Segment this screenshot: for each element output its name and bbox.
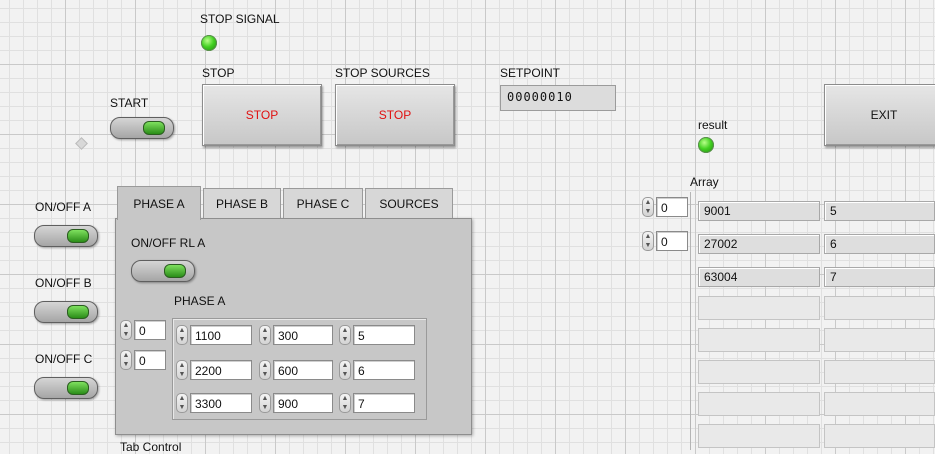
row-0-col-0-spinner[interactable]: ▲ ▼ [176, 325, 188, 345]
stop-label: STOP [202, 66, 235, 80]
phase-a-index-1-spinner[interactable]: ▲ ▼ [120, 350, 132, 370]
result-array-label: Array [690, 175, 719, 189]
setpoint-label: SETPOINT [500, 66, 561, 80]
on-off-c-switch-knob [67, 381, 89, 395]
tab-phase-c[interactable]: PHASE C [283, 188, 363, 218]
row-2-col-2[interactable]: 7 [353, 393, 415, 413]
on-off-c-switch[interactable] [34, 377, 98, 399]
on-off-a-switch[interactable] [34, 225, 98, 247]
tab-phase-a[interactable]: PHASE A [117, 186, 201, 220]
array-empty-cell [824, 392, 935, 416]
row-0-col-2[interactable]: 5 [353, 325, 415, 345]
stop-sources-label: STOP SOURCES [335, 66, 430, 80]
start-label: START [110, 96, 149, 110]
start-switch-knob [143, 121, 165, 135]
row-1-col-0-spinner[interactable]: ▲ ▼ [176, 360, 188, 380]
on-off-b-label: ON/OFF B [35, 276, 92, 290]
array-empty-cell [698, 296, 820, 320]
array-index-1[interactable]: 0 [656, 231, 688, 251]
row-2-col-2-spinner[interactable]: ▲ ▼ [339, 393, 351, 413]
on-off-b-switch-knob [67, 305, 89, 319]
on-off-a-label: ON/OFF A [35, 200, 92, 214]
row-1-col-2[interactable]: 6 [353, 360, 415, 380]
array-empty-cell [698, 392, 820, 416]
array-row-2-col-0: 63004 [698, 267, 820, 287]
on-off-a-switch-knob [67, 229, 89, 243]
tab-phase-b[interactable]: PHASE B [203, 188, 281, 218]
row-0-col-0[interactable]: 1100 [190, 325, 252, 345]
array-index-1-spinner[interactable]: ▲ ▼ [642, 231, 654, 251]
result-led [698, 137, 714, 153]
array-empty-cell [824, 296, 935, 320]
row-1-col-2-spinner[interactable]: ▲ ▼ [339, 360, 351, 380]
row-1-col-1[interactable]: 600 [273, 360, 333, 380]
start-switch[interactable] [110, 117, 174, 139]
array-row-0-col-0: 9001 [698, 201, 820, 221]
array-index-0[interactable]: 0 [656, 197, 688, 217]
phase-a-index-1[interactable]: 0 [134, 350, 166, 370]
stop-signal-label: STOP SIGNAL [200, 12, 280, 26]
array-empty-cell [698, 360, 820, 384]
stop-button[interactable]: STOP [202, 84, 322, 146]
row-0-col-2-spinner[interactable]: ▲ ▼ [339, 325, 351, 345]
row-0-col-1[interactable]: 300 [273, 325, 333, 345]
row-2-col-1[interactable]: 900 [273, 393, 333, 413]
on-off-b-switch[interactable] [34, 301, 98, 323]
phase-a-index-0[interactable]: 0 [134, 320, 166, 340]
row-2-col-0[interactable]: 3300 [190, 393, 252, 413]
on-off-rl-a-switch[interactable] [131, 260, 195, 282]
tab-sources[interactable]: SOURCES [365, 188, 453, 218]
row-1-col-0[interactable]: 2200 [190, 360, 252, 380]
array-row-1-col-0: 27002 [698, 234, 820, 254]
exit-button[interactable]: EXIT [824, 84, 935, 146]
wire-junction-icon [75, 137, 88, 150]
stop-sources-button[interactable]: STOP [335, 84, 455, 146]
setpoint-display: 00000010 [500, 85, 616, 111]
array-row-0-col-1: 5 [824, 201, 935, 221]
array-empty-cell [824, 424, 935, 448]
phase-a-index-0-spinner[interactable]: ▲ ▼ [120, 320, 132, 340]
row-1-col-1-spinner[interactable]: ▲ ▼ [259, 360, 271, 380]
row-2-col-0-spinner[interactable]: ▲ ▼ [176, 393, 188, 413]
tab-control-caption: Tab Control [120, 440, 182, 454]
row-2-col-1-spinner[interactable]: ▲ ▼ [259, 393, 271, 413]
phase-a-array-label: PHASE A [174, 294, 226, 308]
array-empty-cell [824, 360, 935, 384]
array-empty-cell [698, 328, 820, 352]
on-off-rl-a-label: ON/OFF RL A [131, 236, 206, 250]
array-row-1-col-1: 6 [824, 234, 935, 254]
array-empty-cell [698, 424, 820, 448]
array-row-2-col-1: 7 [824, 267, 935, 287]
result-label: result [698, 118, 728, 132]
on-off-rl-a-switch-knob [164, 264, 186, 278]
array-empty-cell [824, 328, 935, 352]
row-0-col-1-spinner[interactable]: ▲ ▼ [259, 325, 271, 345]
on-off-c-label: ON/OFF C [35, 352, 93, 366]
array-index-0-spinner[interactable]: ▲ ▼ [642, 197, 654, 217]
stop-signal-led [201, 35, 217, 51]
